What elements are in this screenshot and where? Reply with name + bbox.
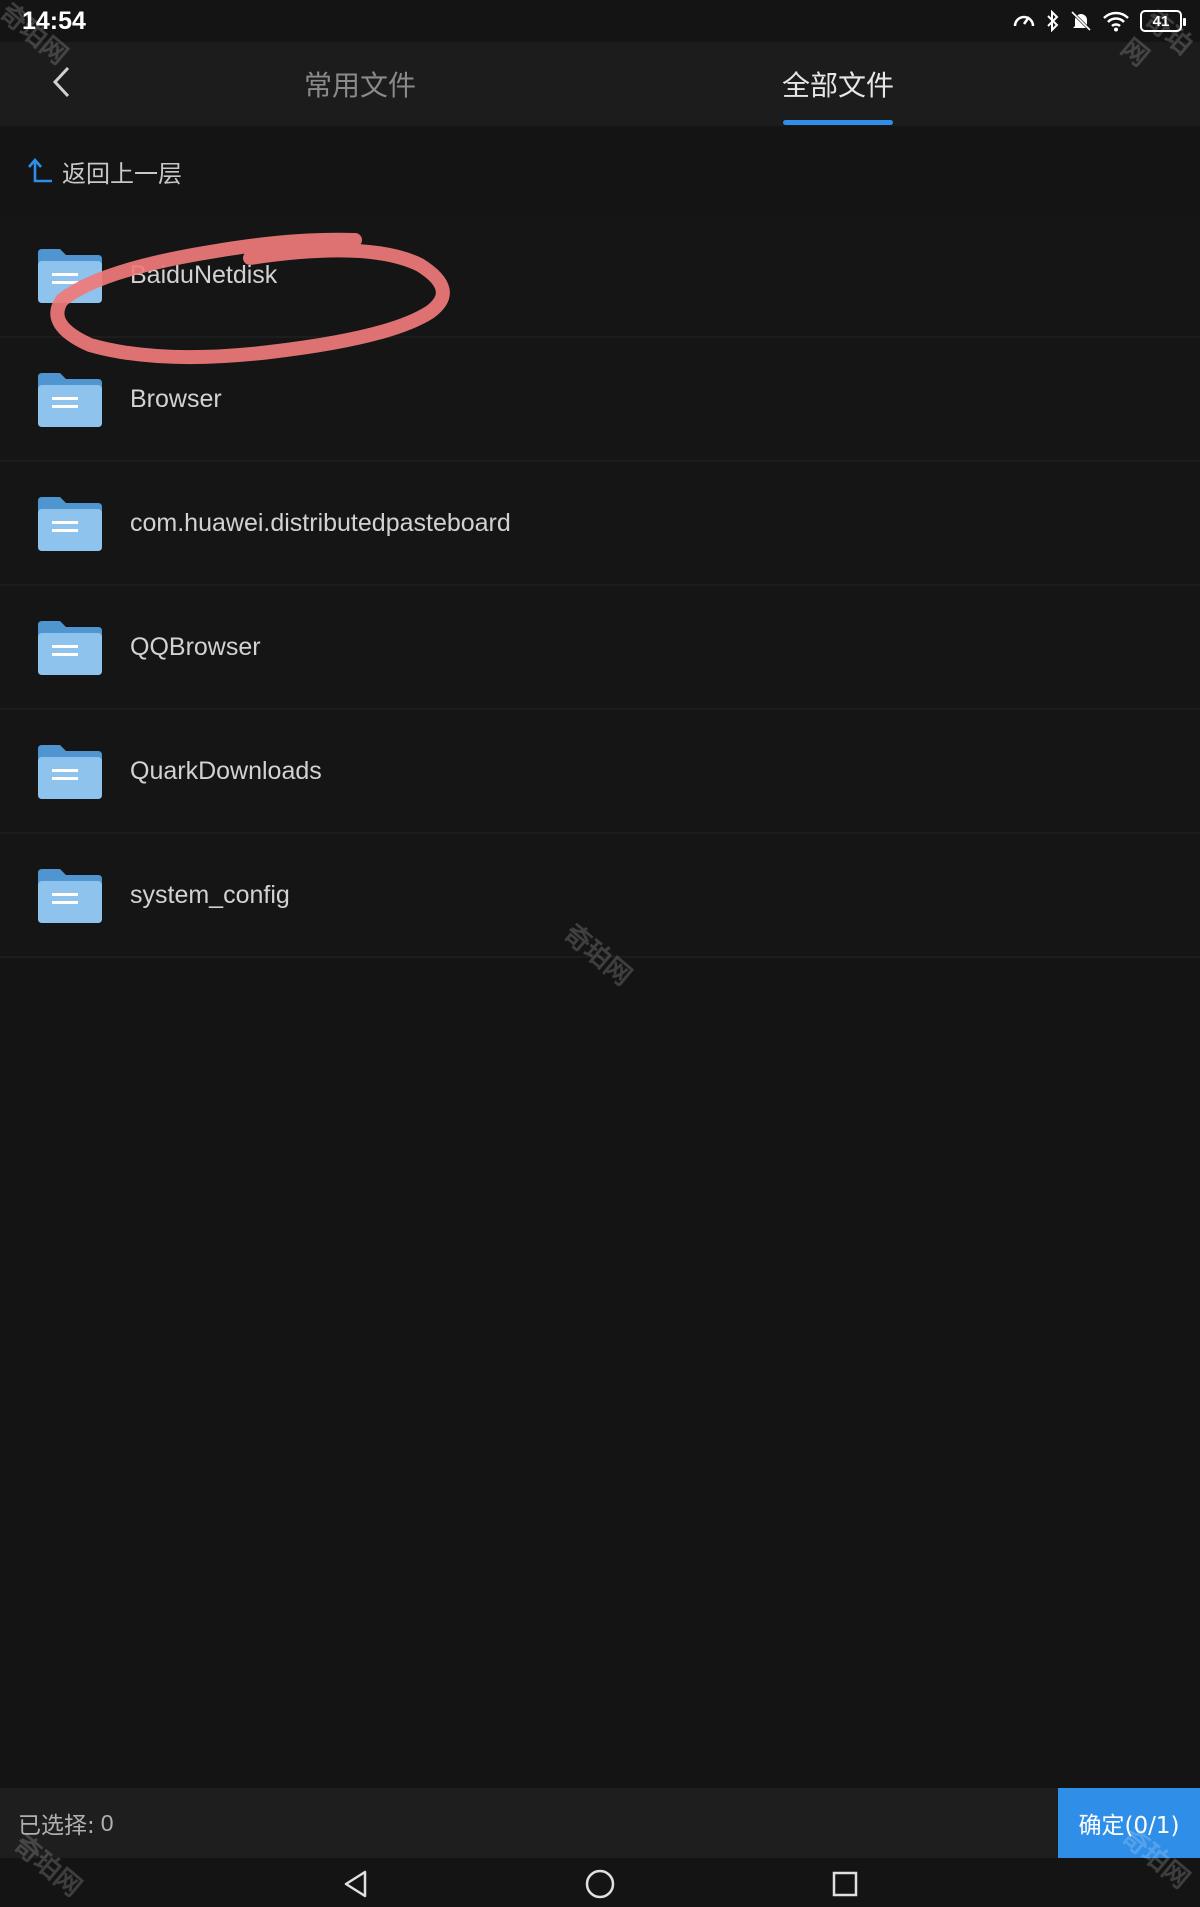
nav-back-button[interactable] [338,1866,374,1902]
nav-home-button[interactable] [582,1866,618,1902]
up-arrow-icon [28,158,52,183]
folder-icon [38,249,102,303]
file-name: QQBrowser [130,632,261,661]
chevron-left-icon [52,66,70,98]
folder-icon [38,869,102,923]
file-row-distributedpasteboard[interactable]: com.huawei.distributedpasteboard [0,462,1200,586]
mute-bell-icon [1070,10,1092,32]
folder-icon [38,621,102,675]
triangle-back-icon [344,1870,367,1898]
nav-recents-button[interactable] [827,1866,863,1902]
selection-bar: 已选择: 0 确定(0/1) [0,1788,1200,1858]
status-bar: 14:54 41 [0,0,1200,42]
tab-all-files[interactable]: 全部文件 [738,42,938,126]
wifi-icon [1103,11,1129,32]
selected-label: 已选择: [18,1813,95,1839]
selected-count: 0 [100,1809,114,1836]
file-name: system_config [130,880,290,909]
file-row-system-config[interactable]: system_config [0,834,1200,958]
battery-icon: 41 [1140,10,1186,32]
go-up-level-button[interactable]: 返回上一层 [26,150,182,192]
battery-level: 41 [1152,12,1170,30]
file-name: QuarkDownloads [130,756,322,785]
system-nav-bar [0,1858,1200,1907]
folder-icon [38,745,102,799]
status-time: 14:54 [22,6,86,35]
header-tabs: 常用文件 全部文件 [0,42,1200,126]
active-tab-indicator [783,120,893,125]
file-list: BaiduNetdisk Browser com.huawei.distribu… [0,214,1200,958]
status-icons: 41 [1012,10,1186,32]
circle-home-icon [585,1869,615,1899]
go-up-level-label: 返回上一层 [62,159,182,188]
square-recents-icon [832,1871,858,1897]
file-row-quarkdownloads[interactable]: QuarkDownloads [0,710,1200,834]
file-name: com.huawei.distributedpasteboard [130,508,511,537]
bluetooth-icon [1047,10,1059,32]
confirm-button[interactable]: 确定(0/1) [1058,1788,1200,1858]
folder-icon [38,373,102,427]
file-row-browser[interactable]: Browser [0,338,1200,462]
file-name: BaiduNetdisk [130,260,278,289]
file-row-baidunetdisk[interactable]: BaiduNetdisk [0,214,1200,338]
speed-icon [1013,15,1035,27]
file-name: Browser [130,384,222,413]
back-button[interactable] [40,60,84,104]
file-row-qqbrowser[interactable]: QQBrowser [0,586,1200,710]
folder-icon [38,497,102,551]
tab-common-files[interactable]: 常用文件 [260,42,460,126]
